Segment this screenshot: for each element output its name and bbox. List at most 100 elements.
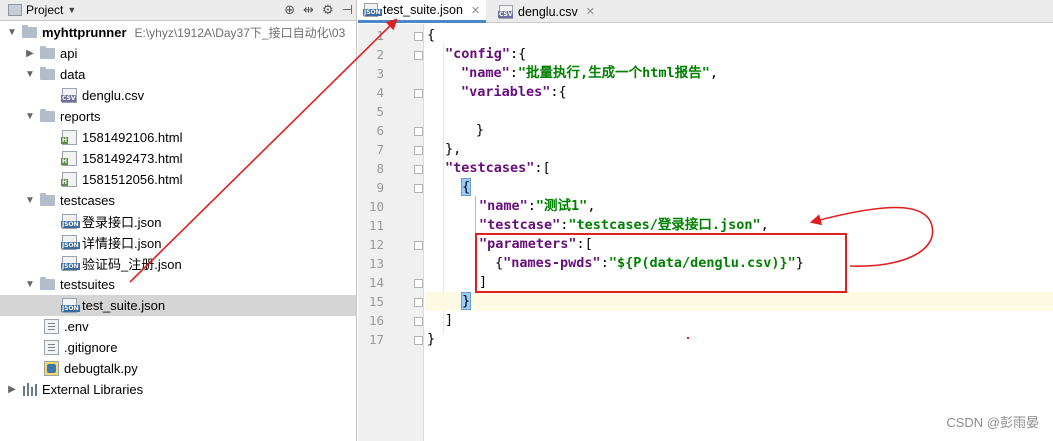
settings-gear-icon[interactable]: ⚙ [322,2,334,18]
folder-icon [40,67,55,80]
collapsed-arrow-icon[interactable]: ▶ [6,384,18,395]
code-line: { [425,26,1053,45]
tree-item-env[interactable]: .env [0,316,356,337]
json-string: "测试1" [535,198,588,214]
tab-denglu-csv[interactable]: CSV denglu.csv ✕ [493,0,601,23]
tree-item-json-file[interactable]: JSON 验证码_注册.json [0,253,356,274]
line-number: 16 [368,313,384,328]
line-number: 6 [376,123,384,138]
fold-marker-icon[interactable] [414,279,423,288]
json-key: "name" [461,65,510,81]
tab-label: test_suite.json [383,3,463,17]
tree-item-gitignore[interactable]: .gitignore [0,337,356,358]
project-panel: Project ▼ ⊕ ⇹ ⚙ ⊣ ▼ myhttprunner E:\yhyz… [0,0,357,441]
expanded-arrow-icon[interactable]: ▼ [6,27,18,38]
expanded-arrow-icon[interactable]: ▼ [24,111,36,122]
expanded-arrow-icon[interactable]: ▼ [24,195,36,206]
annotation-highlight-box [475,233,847,293]
collapsed-arrow-icon[interactable]: ▶ [24,48,36,59]
code-token: { [427,27,436,43]
code-line: "name":"批量执行,生成一个html报告", [425,64,1053,83]
tree-item-testsuites[interactable]: ▼ testsuites [0,274,356,295]
python-file-icon [44,361,59,376]
code-line: } [425,330,1053,349]
fold-marker-icon[interactable] [414,317,423,326]
tree-item-api[interactable]: ▶ api [0,43,356,64]
tree-item-label: 详情接口.json [82,236,162,251]
tree-item-label: External Libraries [42,382,144,397]
tree-item-test-suite-json[interactable]: JSON test_suite.json [0,295,356,316]
tree-item-external-libraries[interactable]: ▶ External Libraries [0,379,356,400]
tree-item-json-file[interactable]: JSON 登录接口.json [0,211,356,232]
json-key: "name" [479,198,528,214]
code-line: "config":{ [425,45,1053,64]
fold-marker-icon[interactable] [414,146,423,155]
fold-marker-icon[interactable] [414,32,423,41]
tree-item-label: test_suite.json [82,298,166,313]
json-file-icon: JSON [61,214,80,229]
json-key: "variables" [461,84,551,100]
code-line-current: } [425,292,1053,311]
tree-item-label: denglu.csv [82,88,145,103]
fold-marker-icon[interactable] [414,165,423,174]
folder-icon [40,277,55,290]
annotation-dot [687,337,689,339]
tree-item-label: .gitignore [64,340,118,355]
code-line: ] [425,311,1053,330]
tab-test-suite-json[interactable]: JSON test_suite.json ✕ [358,0,487,23]
tree-item-denglu-csv[interactable]: CSV denglu.csv [0,85,356,106]
library-icon [22,383,37,396]
tree-item-label: testcases [60,193,115,208]
tree-item-json-file[interactable]: JSON 详情接口.json [0,232,356,253]
fold-marker-icon[interactable] [414,51,423,60]
html-file-icon: H [61,130,77,145]
tree-item-debugtalk-py[interactable]: debugtalk.py [0,358,356,379]
tree-item-data[interactable]: ▼ data [0,64,356,85]
line-number: 5 [376,104,384,119]
tree-item-label: 1581492473.html [82,151,183,166]
json-file-icon: JSON [61,256,80,271]
collapse-all-icon[interactable]: ⇹ [303,2,314,18]
code-token: : [509,65,518,81]
expanded-arrow-icon[interactable]: ▼ [24,69,36,80]
expanded-arrow-icon[interactable]: ▼ [24,279,36,290]
code-line: "testcases":[ [425,159,1053,178]
chevron-down-icon: ▼ [67,5,77,15]
fold-marker-icon[interactable] [414,298,423,307]
line-number: 15 [368,294,384,309]
fold-marker-icon[interactable] [414,336,423,345]
tree-item-report-html[interactable]: H 1581492106.html [0,127,356,148]
tree-item-label: data [60,67,86,82]
line-number: 4 [376,85,384,100]
tree-item-label: testsuites [60,277,115,292]
close-icon[interactable]: ✕ [586,5,595,18]
fold-marker-icon[interactable] [414,241,423,250]
text-file-icon [44,340,59,355]
html-file-icon: H [61,151,77,166]
fold-marker-icon[interactable] [414,127,423,136]
code-token: , [709,65,718,81]
tree-item-label: 登录接口.json [82,215,162,230]
code-token: ] [445,312,454,328]
line-number: 1 [376,28,384,43]
json-file-icon: JSON [61,298,80,313]
code-token: } [427,331,436,347]
tree-item-label: 1581492106.html [82,130,183,145]
line-number: 9 [376,180,384,195]
line-number: 2 [376,47,384,62]
tree-item-report-html[interactable]: H 1581512056.html [0,169,356,190]
locate-file-icon[interactable]: ⊕ [284,2,295,18]
project-view-selector[interactable]: Project ▼ [8,3,76,17]
tree-item-testcases[interactable]: ▼ testcases [0,190,356,211]
tree-item-reports[interactable]: ▼ reports [0,106,356,127]
hide-panel-icon[interactable]: ⊣ [342,2,353,18]
code-token: }, [445,141,462,157]
line-number: 14 [368,275,384,290]
fold-marker-icon[interactable] [414,184,423,193]
tree-item-myhttprunner[interactable]: ▼ myhttprunner E:\yhyz\1912A\Day37下_接口自动… [0,22,356,43]
tree-item-report-html[interactable]: H 1581492473.html [0,148,356,169]
line-number: 12 [368,237,384,252]
close-icon[interactable]: ✕ [471,4,480,17]
fold-marker-icon[interactable] [414,89,423,98]
code-token: : [527,198,536,214]
